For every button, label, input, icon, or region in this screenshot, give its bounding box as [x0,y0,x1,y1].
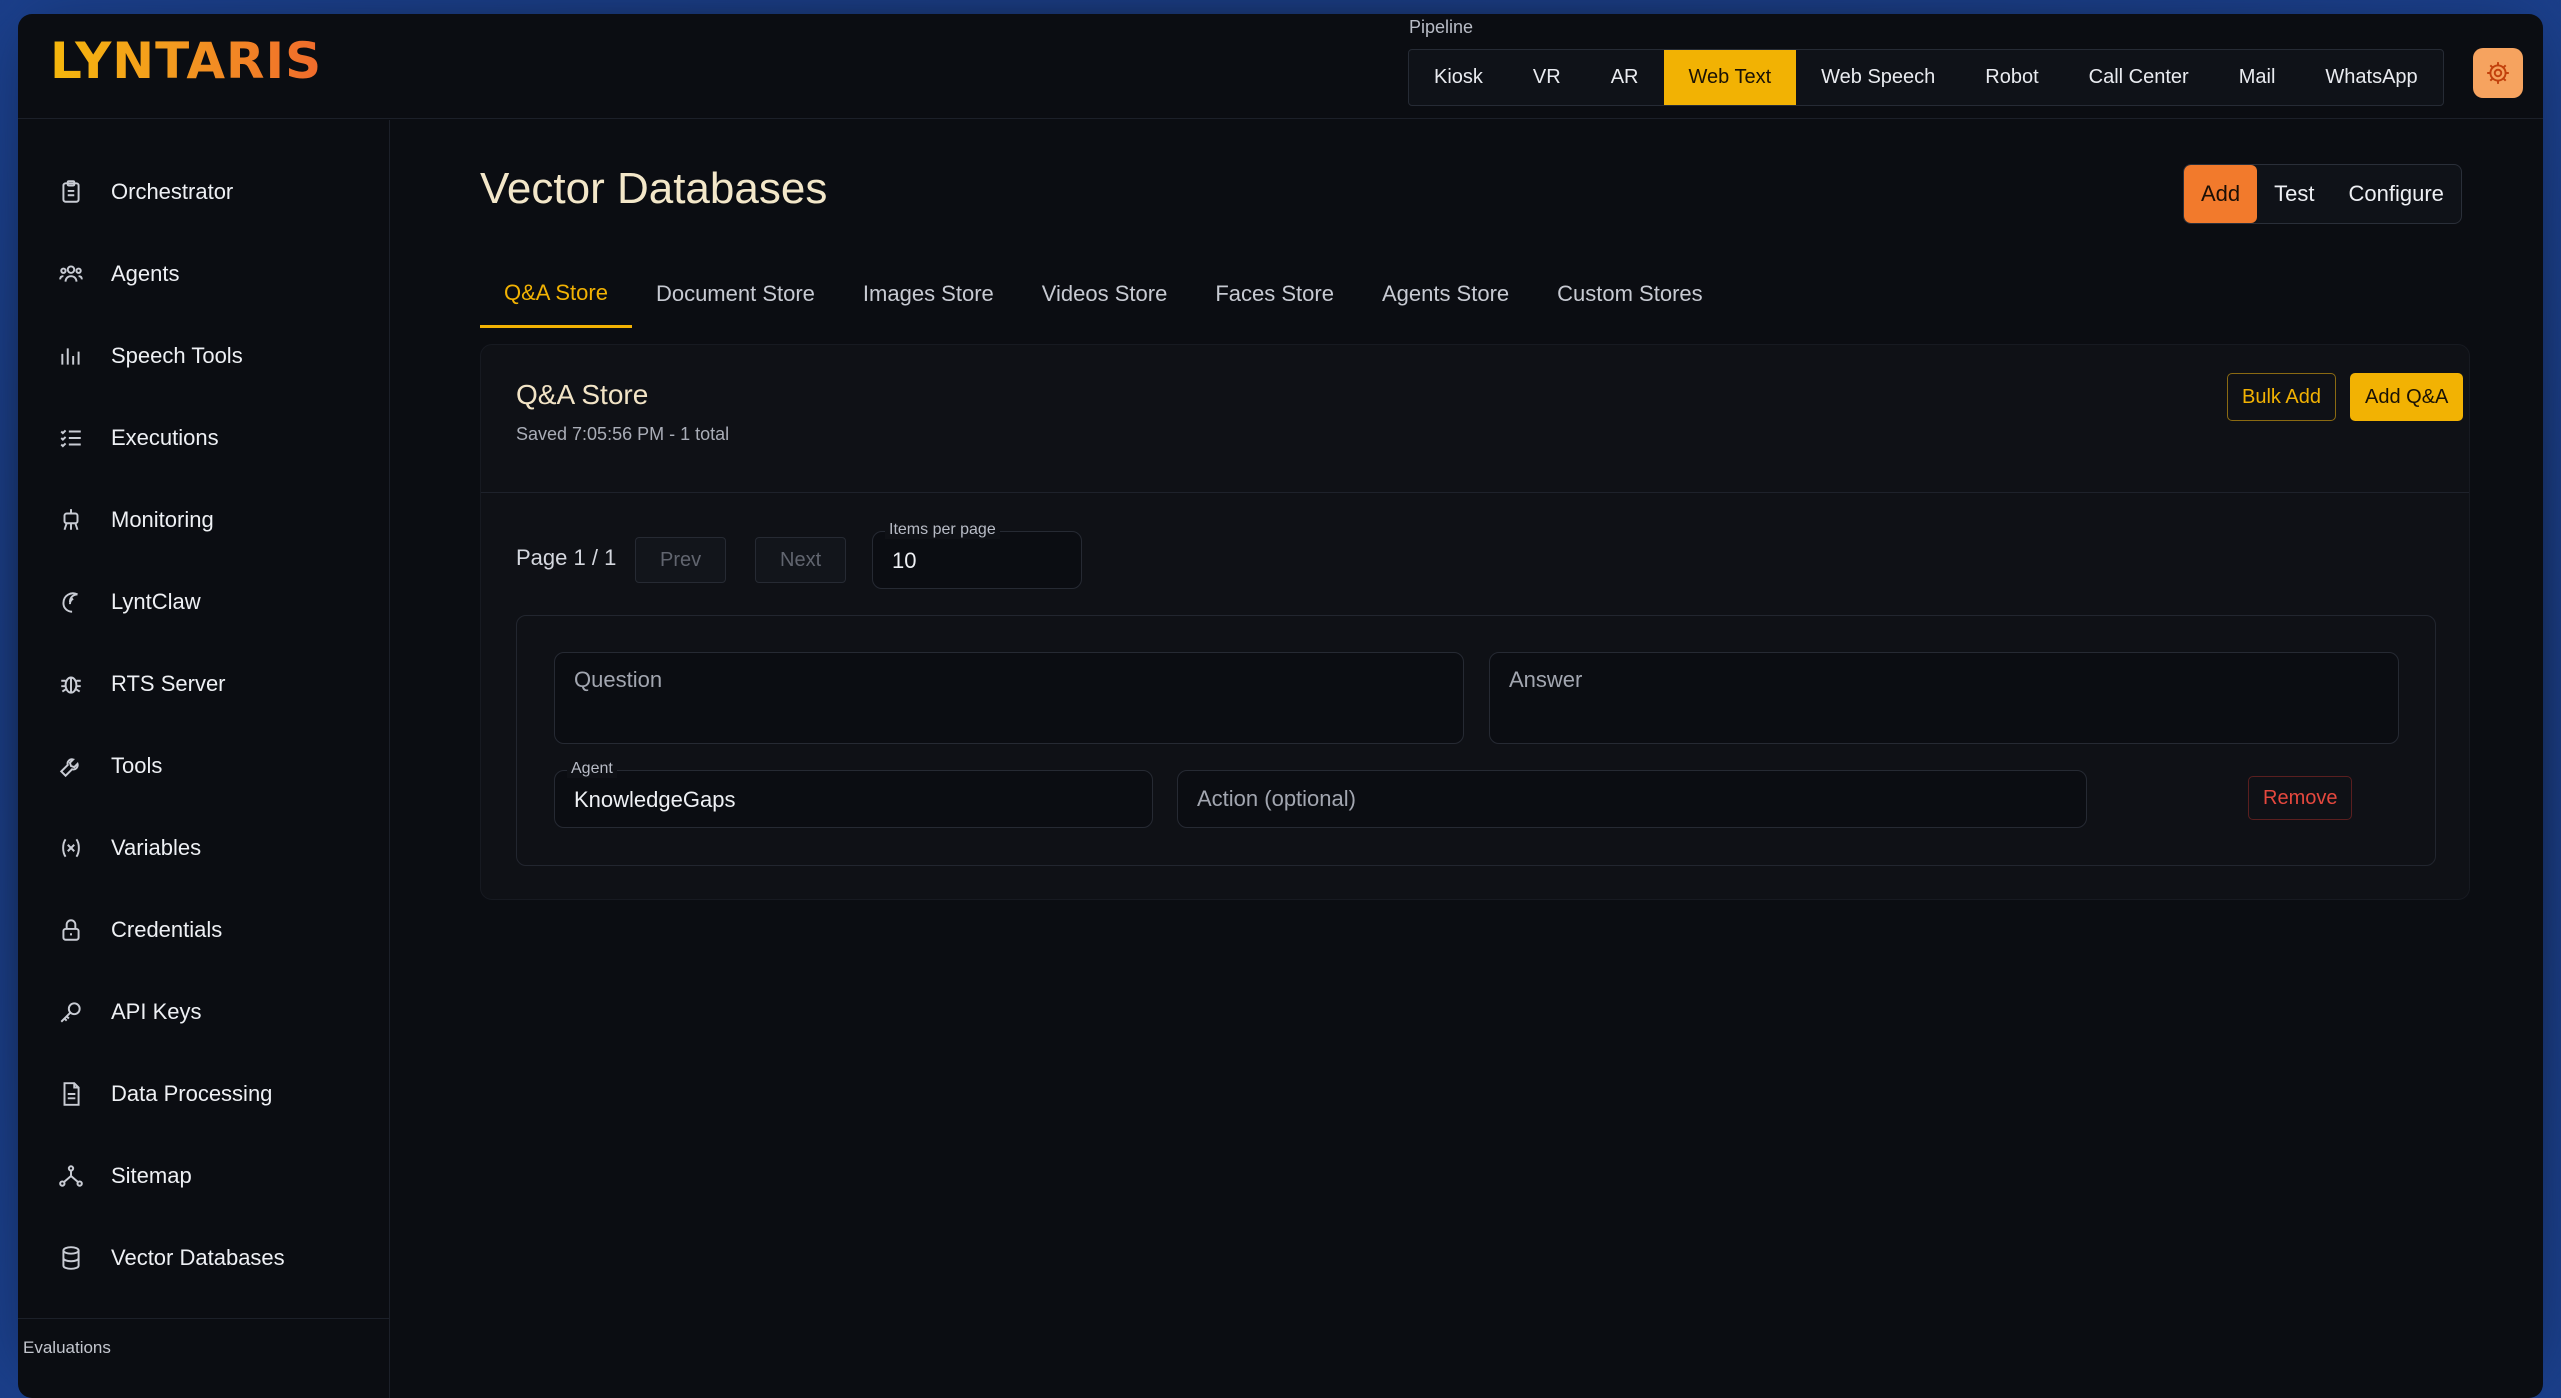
sidebar-item-rts-server[interactable]: RTS Server [56,664,226,704]
logo: LYNTARIS [50,32,323,90]
gear-icon [2487,62,2509,84]
tab-document-store[interactable]: Document Store [632,260,839,328]
sidebar-item-sitemap[interactable]: Sitemap [56,1156,192,1196]
sidebar-item-data-processing[interactable]: Data Processing [56,1074,272,1114]
sidebar-item-label: RTS Server [111,671,226,696]
card-title: Q&A Store [516,379,649,410]
pipeline-call-center[interactable]: Call Center [2064,50,2214,105]
sidebar: Orchestrator Agents Speech Tools Executi… [18,120,390,1398]
sidebar-item-label: Speech Tools [111,343,243,368]
question-placeholder: Question [574,667,663,692]
sidebar-item-label: Tools [111,753,163,778]
sitemap-icon [56,1161,86,1191]
items-per-page-value: 10 [892,548,917,573]
sidebar-item-credentials[interactable]: Credentials [56,910,222,950]
wrench-icon [56,751,86,781]
pipeline-web-text[interactable]: Web Text [1663,50,1797,105]
tab-agents-store[interactable]: Agents Store [1358,260,1533,328]
sidebar-item-label: API Keys [111,999,202,1024]
tab-custom-stores[interactable]: Custom Stores [1533,260,1727,328]
question-input[interactable]: Question [554,652,1464,744]
pipeline-selector: Kiosk VR AR Web Text Web Speech Robot Ca… [1408,49,2444,106]
bug-icon [56,669,86,699]
sidebar-section-evaluations: Evaluations [23,1338,111,1357]
pipeline-ar[interactable]: AR [1586,50,1664,105]
save-status: Saved 7:05:56 PM - 1 total [516,424,730,444]
sidebar-item-tools[interactable]: Tools [56,746,162,786]
qa-entry: Question Answer Agent KnowledgeGaps Acti… [516,615,2436,866]
sidebar-item-label: Data Processing [111,1081,273,1106]
sidebar-item-orchestrator[interactable]: Orchestrator [56,172,233,212]
agent-value: KnowledgeGaps [574,787,736,812]
key-icon [56,997,86,1027]
sidebar-item-monitoring[interactable]: Monitoring [56,500,214,540]
pipeline-mail[interactable]: Mail [2214,50,2301,105]
action-placeholder: Action (optional) [1197,786,1356,811]
sidebar-item-label: Monitoring [111,507,214,532]
store-tabs: Q&A Store Document Store Images Store Vi… [480,260,1727,332]
variable-icon [56,833,86,863]
pipeline-vr[interactable]: VR [1508,50,1586,105]
next-button[interactable]: Next [755,537,847,583]
sidebar-item-api-keys[interactable]: API Keys [56,992,201,1032]
users-icon [56,259,86,289]
pipeline-label: Pipeline [1409,17,1474,37]
sidebar-item-lyntclaw[interactable]: LyntClaw [56,582,201,622]
sidebar-item-label: Agents [111,261,180,286]
configure-button[interactable]: Configure [2332,165,2461,223]
robot-icon [56,505,86,535]
sidebar-item-executions[interactable]: Executions [56,418,219,458]
answer-placeholder: Answer [1509,667,1583,692]
add-qa-button[interactable]: Add Q&A [2350,373,2464,421]
sidebar-item-label: Executions [111,425,219,450]
top-header: LYNTARIS Pipeline Kiosk VR AR Web Text W… [18,14,2543,119]
prev-button[interactable]: Prev [635,537,727,583]
items-per-page-label: Items per page [885,521,1000,539]
database-icon [56,1243,86,1273]
file-icon [56,1079,86,1109]
sidebar-item-speech-tools[interactable]: Speech Tools [56,336,243,376]
test-button[interactable]: Test [2257,165,2331,223]
sidebar-item-label: Variables [111,835,202,860]
claw-icon [56,587,86,617]
lock-icon [56,915,86,945]
pipeline-kiosk[interactable]: Kiosk [1409,50,1508,105]
tab-videos-store[interactable]: Videos Store [1018,260,1192,328]
tab-faces-store[interactable]: Faces Store [1191,260,1358,328]
action-group: Add Test Configure [2183,164,2462,224]
action-input[interactable]: Action (optional) [1177,770,2087,828]
sidebar-item-agents[interactable]: Agents [56,254,180,294]
items-per-page-field[interactable]: Items per page 10 [872,521,1082,589]
sidebar-item-vector-databases[interactable]: Vector Databases [56,1238,285,1278]
sidebar-item-label: Sitemap [111,1163,192,1188]
agent-label: Agent [567,760,617,778]
sidebar-item-label: Vector Databases [111,1245,285,1270]
page-indicator: Page 1 / 1 [516,545,617,570]
qa-store-card: Q&A Store Saved 7:05:56 PM - 1 total Bul… [480,344,2470,900]
answer-input[interactable]: Answer [1489,652,2399,744]
app-window: LYNTARIS Pipeline Kiosk VR AR Web Text W… [18,14,2543,1398]
tab-images-store[interactable]: Images Store [839,260,1018,328]
sidebar-item-label: Credentials [111,917,223,942]
pipeline-robot[interactable]: Robot [1960,50,2063,105]
tab-qa-store[interactable]: Q&A Store [480,260,632,328]
desktop-frame: LYNTARIS Pipeline Kiosk VR AR Web Text W… [0,0,2561,1398]
pipeline-whatsapp[interactable]: WhatsApp [2300,50,2442,105]
bar-chart-icon [56,341,86,371]
list-check-icon [56,423,86,453]
card-header: Q&A Store Saved 7:05:56 PM - 1 total Bul… [481,345,2469,493]
bulk-add-button[interactable]: Bulk Add [2227,373,2336,421]
agent-field[interactable]: Agent KnowledgeGaps [554,760,1153,828]
sidebar-item-label: Orchestrator [111,179,234,204]
sidebar-divider [18,1318,390,1319]
sidebar-item-label: LyntClaw [111,589,201,614]
sidebar-item-variables[interactable]: Variables [56,828,201,868]
pipeline-web-speech[interactable]: Web Speech [1796,50,1960,105]
settings-button[interactable] [2473,48,2523,98]
remove-button[interactable]: Remove [2248,776,2353,820]
add-button[interactable]: Add [2184,165,2258,223]
clipboard-icon [56,177,86,207]
page-title: Vector Databases [480,164,828,213]
